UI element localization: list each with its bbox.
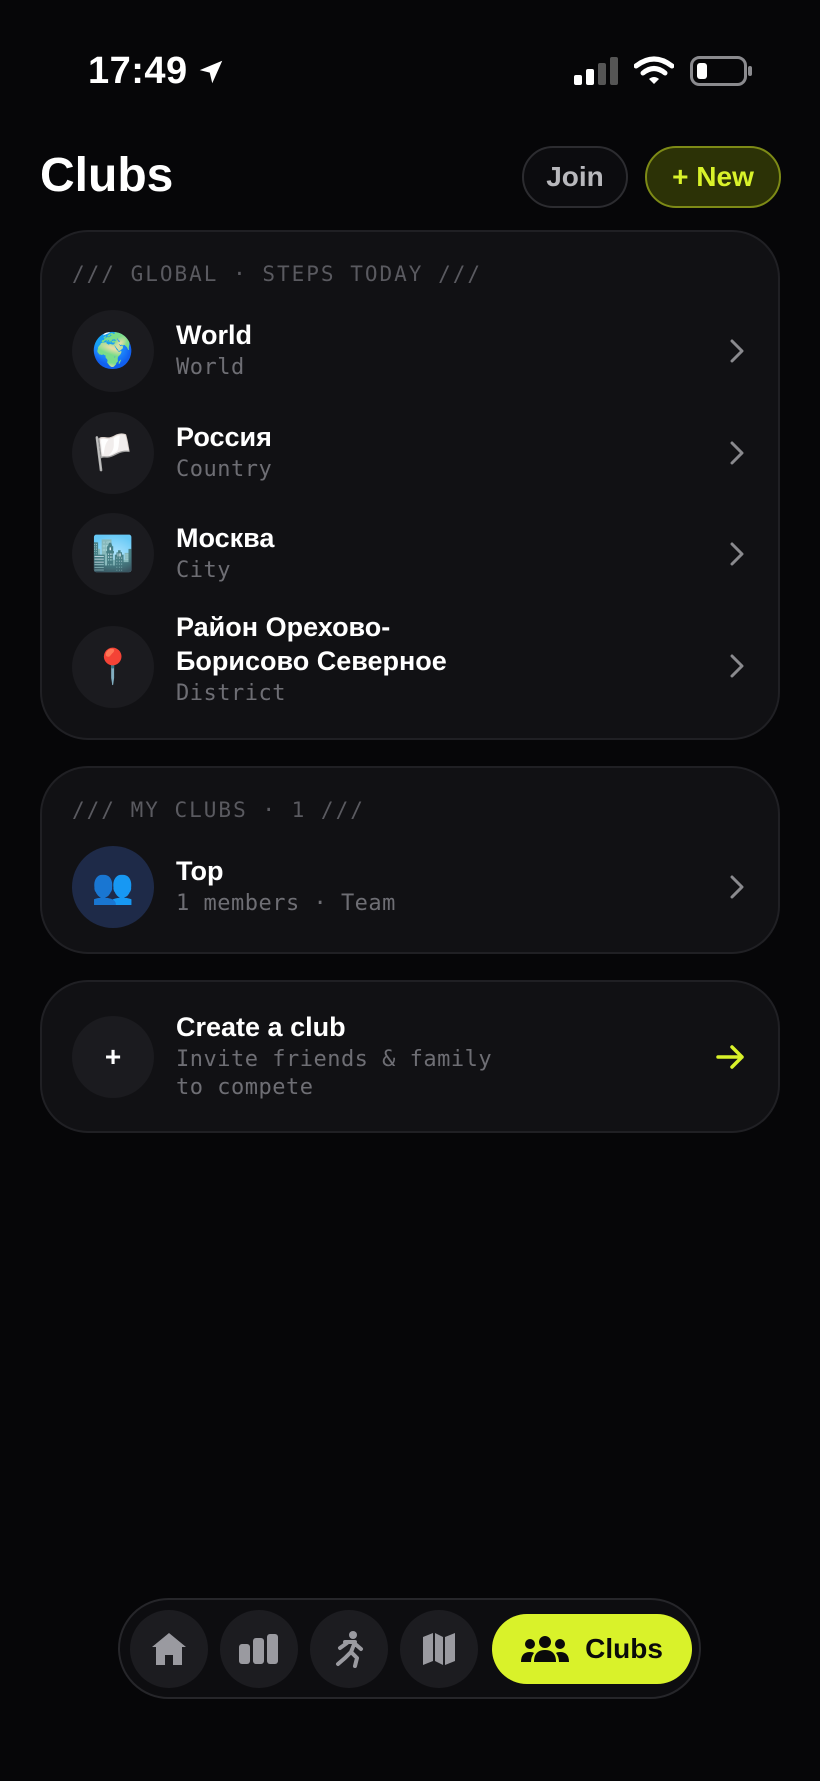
pin-icon: 📍 <box>72 626 154 708</box>
row-subtitle: District <box>176 681 286 706</box>
chevron-right-icon <box>730 441 744 465</box>
status-bar: 17:49 <box>0 0 820 120</box>
nav-clubs[interactable]: Clubs <box>492 1614 692 1684</box>
white-flag-icon: 🏳️ <box>72 412 154 494</box>
global-row-city[interactable]: 🏙️ Москва City <box>42 509 778 599</box>
global-row-country[interactable]: 🏳️ Россия Country <box>42 408 778 498</box>
global-row-world[interactable]: 🌍 World World <box>42 306 778 396</box>
location-arrow-icon <box>199 60 222 83</box>
plus-icon: + <box>72 1016 154 1098</box>
nav-leaderboard[interactable] <box>220 1610 298 1688</box>
chevron-right-icon <box>730 542 744 566</box>
club-row-top[interactable]: 👥 Top 1 members · Team <box>42 842 778 932</box>
global-row-district[interactable]: 📍 Район Орехово- Борисово Северное Distr… <box>42 610 778 720</box>
row-title-line2: Борисово Северное <box>176 646 447 676</box>
status-time-text: 17:49 <box>88 50 188 92</box>
row-subtitle: 1 members · Team <box>176 891 396 916</box>
chevron-right-icon <box>730 875 744 899</box>
row-title-line1: Район Орехово- <box>176 612 391 642</box>
chevron-right-icon <box>730 339 744 363</box>
team-icon: 👥 <box>72 846 154 928</box>
create-club-subtitle-line2: to compete <box>176 1075 314 1100</box>
new-club-button[interactable]: + New <box>645 146 781 208</box>
status-time: 17:49 <box>88 50 226 93</box>
row-subtitle: City <box>176 558 231 583</box>
signal-icon <box>574 57 618 85</box>
home-icon <box>152 1633 186 1665</box>
global-section-label: /// GLOBAL · STEPS TODAY /// <box>72 262 483 286</box>
chevron-right-icon <box>730 654 744 678</box>
create-club-subtitle-line1: Invite friends & family <box>176 1047 493 1072</box>
row-title: Москва <box>176 523 275 553</box>
activity-icon <box>336 1631 363 1668</box>
row-title: Top <box>176 856 224 886</box>
battery-icon <box>690 56 752 86</box>
row-title: Россия <box>176 422 272 452</box>
nav-activity[interactable] <box>310 1610 388 1688</box>
row-subtitle: World <box>176 355 245 380</box>
my-clubs-card: /// MY CLUBS · 1 /// 👥 Top 1 members · T… <box>40 766 780 954</box>
nav-home[interactable] <box>130 1610 208 1688</box>
page-title: Clubs <box>40 149 174 202</box>
city-icon: 🏙️ <box>72 513 154 595</box>
arrow-right-icon <box>716 1045 744 1069</box>
row-title: World <box>176 320 252 350</box>
status-icons <box>574 56 752 86</box>
bottom-nav: Clubs <box>118 1598 701 1699</box>
nav-map[interactable] <box>400 1610 478 1688</box>
join-button[interactable]: Join <box>522 146 628 208</box>
leaderboard-icon <box>239 1634 278 1664</box>
my-clubs-section-label: /// MY CLUBS · 1 /// <box>72 798 365 822</box>
create-club-title: Create a club <box>176 1012 346 1042</box>
nav-clubs-label: Clubs <box>585 1633 663 1664</box>
wifi-icon <box>634 56 674 84</box>
clubs-icon <box>521 1636 570 1662</box>
row-subtitle: Country <box>176 457 273 482</box>
create-club-card[interactable]: + Create a club Invite friends & family … <box>40 980 780 1133</box>
map-icon <box>423 1633 455 1665</box>
globe-icon: 🌍 <box>72 310 154 392</box>
global-card: /// GLOBAL · STEPS TODAY /// 🌍 World Wor… <box>40 230 780 740</box>
